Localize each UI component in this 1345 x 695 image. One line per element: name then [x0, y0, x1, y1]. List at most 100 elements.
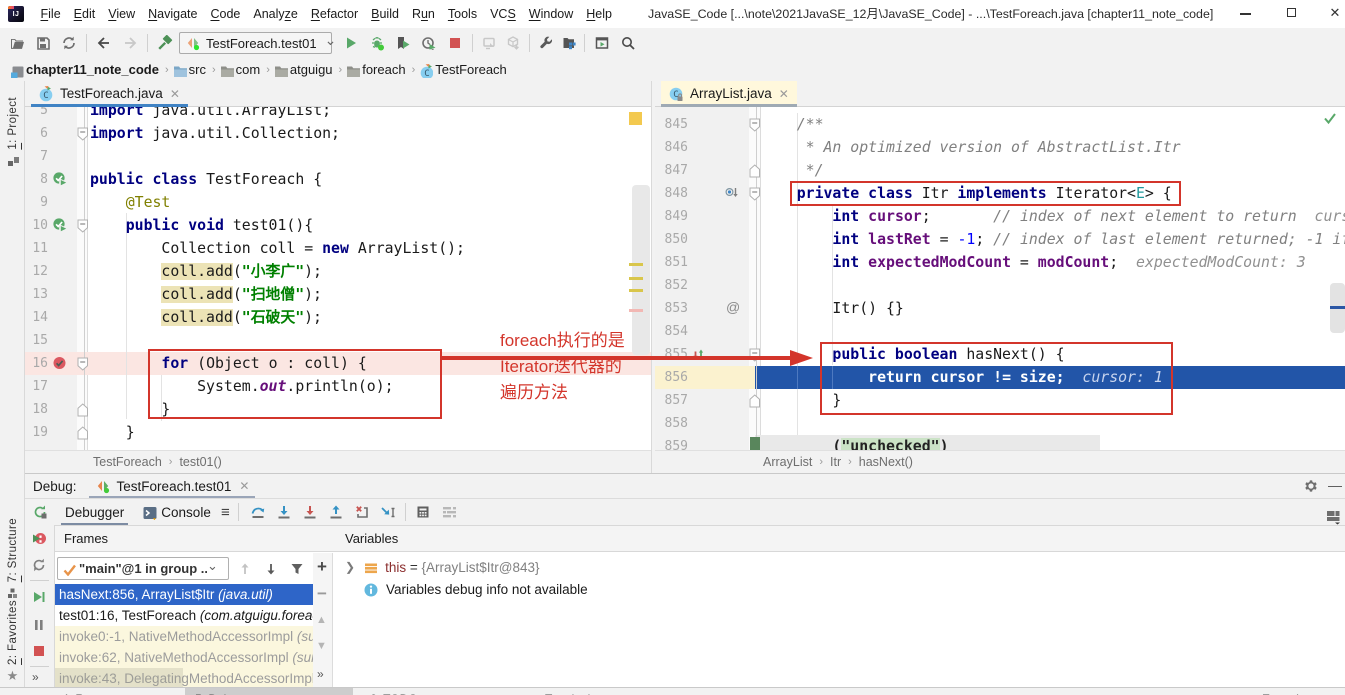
variable-row-this[interactable]: ❯ this = {ArrayList$Itr@843}: [333, 556, 1345, 578]
fold-marker[interactable]: [77, 402, 89, 417]
minimize-button[interactable]: [1230, 0, 1260, 26]
rerun-gray-button[interactable]: [31, 557, 47, 573]
fold-expand-icon[interactable]: [749, 393, 761, 408]
add-watch-button[interactable]: +: [317, 558, 327, 575]
frame-down-button[interactable]: [263, 561, 278, 576]
fold-marker[interactable]: [77, 425, 89, 440]
fold-expand-icon[interactable]: [77, 425, 89, 440]
breadcrumb-item[interactable]: foreach: [362, 62, 405, 77]
debug-settings-button[interactable]: [1303, 478, 1319, 494]
update-app-button[interactable]: [501, 31, 525, 55]
breakpoint-check-icon[interactable]: [52, 355, 68, 371]
breadcrumb-item[interactable]: ArrayList: [763, 455, 812, 469]
frame-row[interactable]: test01:16, TestForeach (com.atguigu.fore…: [55, 605, 313, 626]
step-out-button[interactable]: [323, 500, 349, 524]
menu-navigate[interactable]: Navigate: [142, 0, 204, 28]
frame-up-button[interactable]: [237, 561, 252, 576]
override-marker-icon[interactable]: [724, 185, 740, 201]
editor-right-tab[interactable]: C ArrayList.java ✕: [661, 81, 797, 107]
step-over-button[interactable]: [245, 500, 271, 524]
menu-run[interactable]: Run: [405, 0, 441, 28]
menu-help[interactable]: Help: [580, 0, 619, 28]
fold-marker[interactable]: [77, 357, 89, 371]
frame-row[interactable]: hasNext:856, ArrayList$Itr (java.util): [55, 584, 313, 605]
build-hammer-button[interactable]: [152, 31, 178, 55]
fold-collapse-icon[interactable]: [77, 127, 89, 141]
fold-collapse-icon[interactable]: [749, 118, 761, 132]
breadcrumb-item[interactable]: hasNext(): [859, 455, 913, 469]
stripe-structure[interactable]: 7: Structure: [0, 518, 25, 599]
breadcrumb-item[interactable]: atguigu: [290, 62, 333, 77]
rerun-debug-button[interactable]: [31, 531, 47, 547]
evaluate-expression-button[interactable]: [410, 500, 436, 524]
profiler-button[interactable]: [416, 31, 442, 55]
tabs-menu-button[interactable]: ≡: [217, 500, 234, 524]
hide-button[interactable]: —: [1327, 474, 1343, 499]
fold-collapse-icon[interactable]: [749, 187, 761, 201]
breadcrumb-item[interactable]: chapter11_note_code: [26, 62, 159, 77]
tab-close-icon[interactable]: ✕: [779, 87, 789, 101]
fold-collapse-icon[interactable]: [77, 357, 89, 371]
run-to-cursor-button[interactable]: [375, 500, 401, 524]
tab-close-icon[interactable]: ✕: [170, 87, 180, 101]
menu-window[interactable]: Window: [522, 0, 579, 28]
fold-marker[interactable]: [77, 127, 89, 141]
editor-left-tab[interactable]: C TestForeach.java ✕: [31, 81, 188, 107]
tab-close-icon[interactable]: ✕: [239, 479, 249, 493]
menu-tools[interactable]: Tools: [441, 0, 483, 28]
move-watch-up-button[interactable]: ▲: [316, 614, 327, 626]
stripe-favorites[interactable]: 2: Favorites ★: [0, 600, 25, 682]
run-button[interactable]: [338, 31, 364, 55]
stripe-project[interactable]: 1: Project: [0, 97, 25, 167]
fold-marker[interactable]: [749, 163, 761, 178]
maximize-button[interactable]: [1276, 0, 1306, 26]
run-gutter-icon[interactable]: [52, 171, 68, 187]
fold-marker[interactable]: [749, 187, 761, 201]
close-button[interactable]: ✕: [1320, 0, 1345, 26]
fold-collapse-icon[interactable]: [77, 219, 89, 233]
coverage-button[interactable]: [390, 31, 416, 55]
fold-marker[interactable]: [749, 118, 761, 132]
expand-chevron-icon[interactable]: ❯: [345, 560, 355, 574]
forward-button[interactable]: [117, 31, 143, 55]
breadcrumb-item[interactable]: com: [236, 62, 261, 77]
attach-button[interactable]: [477, 31, 501, 55]
back-button[interactable]: [91, 31, 117, 55]
menu-analyze[interactable]: Analyze: [247, 0, 304, 28]
run-window-button[interactable]: [589, 31, 615, 55]
breadcrumb-item[interactable]: src: [189, 62, 206, 77]
menu-build[interactable]: Build: [365, 0, 406, 28]
menu-refactor[interactable]: Refactor: [304, 0, 364, 28]
menu-vcs[interactable]: VCS: [484, 0, 523, 28]
remove-watch-button[interactable]: −: [317, 585, 327, 602]
force-step-into-button[interactable]: [297, 500, 323, 524]
layout-settings-button[interactable]: [436, 500, 462, 524]
breadcrumb-item[interactable]: TestForeach: [93, 455, 162, 469]
rerun-button[interactable]: [27, 500, 53, 524]
frame-row[interactable]: invoke:62, NativeMethodAccessorImpl (sun: [55, 647, 313, 668]
more-watch-button[interactable]: »: [317, 667, 324, 681]
stop-button[interactable]: [442, 31, 468, 55]
move-watch-down-button[interactable]: ▼: [316, 640, 327, 652]
fold-expand-icon[interactable]: [749, 163, 761, 178]
step-into-button[interactable]: [271, 500, 297, 524]
pause-button[interactable]: [31, 617, 47, 633]
breadcrumb-item[interactable]: test01(): [179, 455, 221, 469]
more-actions-button[interactable]: »: [32, 670, 39, 684]
frame-row[interactable]: invoke0:-1, NativeMethodAccessorImpl (su: [55, 626, 313, 647]
drop-frame-button[interactable]: [349, 500, 375, 524]
stop-red-button[interactable]: [31, 643, 47, 659]
open-button[interactable]: [4, 31, 30, 55]
debug-session-tab[interactable]: TestForeach.test01 ✕: [88, 474, 256, 499]
thread-combo[interactable]: "main"@1 in group ... ⌄: [57, 557, 229, 580]
fold-marker[interactable]: [77, 219, 89, 233]
fold-expand-icon[interactable]: [77, 402, 89, 417]
search-button[interactable]: [615, 31, 641, 55]
menu-code[interactable]: Code: [204, 0, 247, 28]
sync-button[interactable]: [56, 31, 82, 55]
breadcrumb-item[interactable]: TestForeach: [435, 62, 507, 77]
menu-file[interactable]: File: [34, 0, 67, 28]
fold-marker[interactable]: [749, 393, 761, 408]
tab-console[interactable]: Console: [136, 499, 217, 526]
breadcrumb-item[interactable]: Itr: [830, 455, 841, 469]
